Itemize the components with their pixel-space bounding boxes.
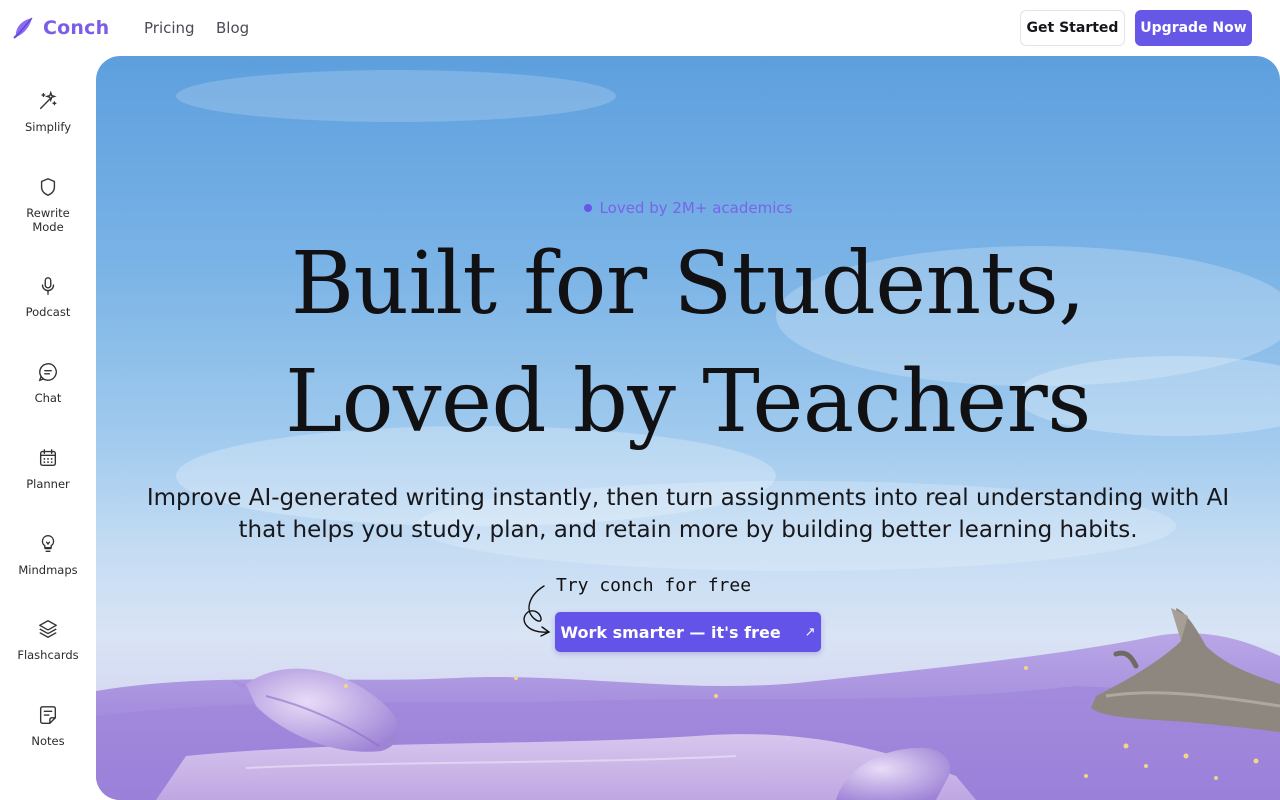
sidebar-item-planner[interactable]: Planner [0, 447, 96, 491]
sidebar-item-simplify[interactable]: Simplify [0, 90, 96, 134]
conch-logo-icon [13, 17, 33, 39]
sidebar-item-label: Flashcards [17, 648, 79, 662]
sidebar-item-label: Planner [26, 477, 70, 491]
top-navigation-bar: Conch Pricing Blog Get Started Upgrade N… [0, 0, 1280, 56]
sidebar-item-podcast[interactable]: Podcast [0, 275, 96, 319]
note-icon [39, 706, 57, 724]
cta-label: Work smarter — it's free [560, 622, 781, 642]
nav-link-pricing[interactable]: Pricing [144, 19, 195, 37]
sidebar-item-notes[interactable]: Notes [0, 704, 96, 748]
calendar-icon [39, 449, 57, 467]
social-proof-badge: Loved by 2M+ academics [96, 199, 1280, 217]
work-smarter-cta-button[interactable]: Work smarter — it's free ↗ [555, 612, 821, 652]
sidebar-item-label: Chat [34, 391, 62, 405]
sparkles-icon [39, 90, 57, 110]
upgrade-now-button[interactable]: Upgrade Now [1135, 10, 1252, 46]
brand-logo[interactable]: Conch [13, 16, 109, 40]
hero-headline-line-1: Built for Students, [290, 234, 1086, 334]
hero-subtitle: Improve AI-generated writing instantly, … [146, 485, 1230, 543]
shield-icon [40, 178, 56, 196]
badge-text: Loved by 2M+ academics [599, 199, 793, 217]
badge-dot-icon [583, 204, 592, 212]
arrow-icon: ↗ [804, 624, 816, 640]
sidebar-item-chat[interactable]: Chat [0, 361, 96, 405]
chat-bubble-icon [38, 363, 57, 382]
sidebar-item-label: Rewrite Mode [26, 206, 70, 234]
nav-link-blog[interactable]: Blog [216, 19, 249, 37]
sidebar-item-flashcards[interactable]: Flashcards [0, 618, 96, 662]
hero-section: Loved by 2M+ academics Built for Student… [96, 56, 1280, 800]
hero-headline-line-2: Loved by Teachers [285, 352, 1091, 452]
sidebar-item-label: Mindmaps [18, 563, 78, 577]
sidebar-item-label: Simplify [24, 120, 72, 134]
tool-sidebar: Simplify Rewrite Mode Podcast Chat Plann… [0, 56, 96, 800]
sidebar-item-label: Notes [31, 734, 65, 748]
get-started-button[interactable]: Get Started [1020, 10, 1125, 46]
lightbulb-icon [41, 535, 55, 553]
sidebar-item-rewrite-mode[interactable]: Rewrite Mode [0, 176, 96, 234]
try-conch-note: Try conch for free [556, 575, 752, 596]
layers-icon [39, 620, 57, 638]
sidebar-item-mindmaps[interactable]: Mindmaps [0, 533, 96, 577]
sidebar-item-label: Podcast [25, 305, 71, 319]
brand-name: Conch [43, 17, 110, 39]
microphone-icon [41, 277, 55, 295]
